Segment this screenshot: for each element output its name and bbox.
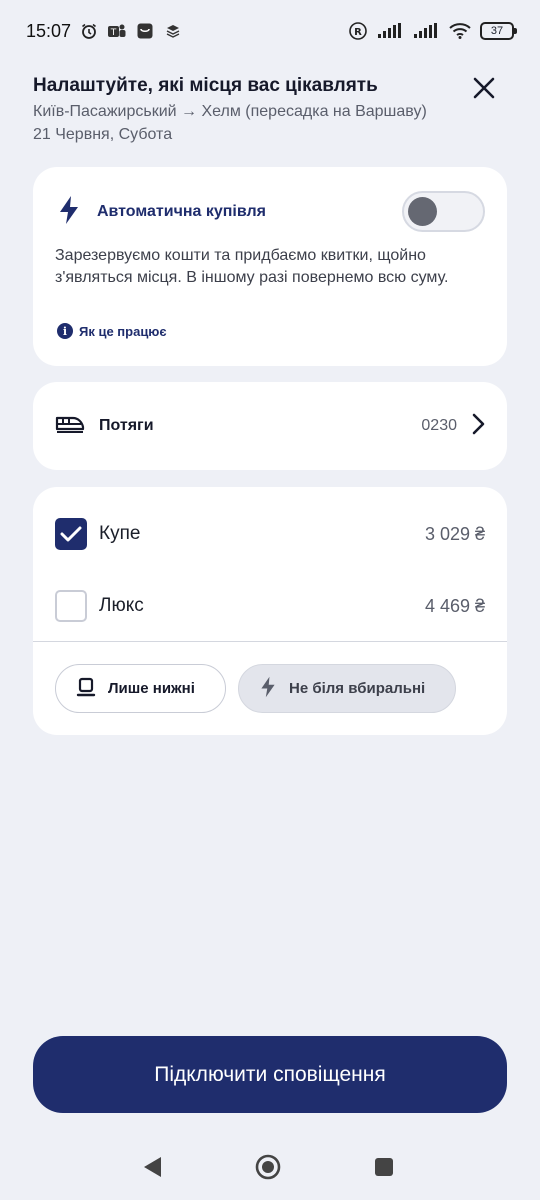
back-button[interactable] [137,1152,167,1182]
checkbox-lux[interactable] [55,590,87,622]
signal-icon [376,21,404,41]
home-circle-icon [255,1154,281,1180]
seat-price: 3 029 ₴ [424,523,485,544]
svg-text:T: T [110,28,117,38]
layers-icon [163,21,183,41]
registered-icon: R [348,21,368,41]
seat-name: Люкс [99,595,144,616]
seat-types-card: Купе 3 029 ₴ Люкс 4 469 ₴ Лише нижні Не … [33,487,507,735]
trains-row[interactable]: Потяги 0230 [55,382,485,470]
close-icon [473,77,495,99]
page-title: Налаштуйте, які місця вас цікавлять [33,75,378,96]
recents-button[interactable] [369,1152,399,1182]
trains-label: Потяги [99,417,154,434]
shop-icon [135,21,155,41]
home-button[interactable] [253,1152,283,1182]
auto-purchase-toggle[interactable] [402,191,485,232]
check-icon [60,526,82,542]
toggle-knob [408,197,437,226]
seat-option-lux[interactable]: Люкс 4 469 ₴ [55,586,485,626]
lightning-icon [57,195,81,229]
date-text: 21 Червня, Субота [33,126,173,143]
auto-purchase-description: Зарезервуємо кошти та придбаємо квитки, … [55,247,449,286]
chevron-right-icon [471,413,485,439]
route-text: Київ-Пасажирський → Хелм (пересадка на В… [33,103,427,120]
how-it-works-link[interactable]: i Як це працює [57,323,167,339]
signal-icon-2 [412,21,440,41]
checkbox-kupe[interactable] [55,518,87,550]
train-icon [55,414,85,438]
seat-price: 4 469 ₴ [424,595,485,616]
auto-purchase-title: Автоматична купівля [97,203,266,220]
how-it-works-label: Як це працює [79,323,167,339]
not-near-wc-filter[interactable]: Не біля вбиральні [238,664,456,713]
teams-icon: T [107,21,127,41]
status-time: 15:07 [26,20,72,41]
alarm-icon [79,21,99,41]
status-bar: 15:07 T R 37 [0,0,540,62]
auto-purchase-header: Автоматична купівля [57,195,266,229]
subscribe-notifications-button[interactable]: Підключити сповіщення [33,1036,507,1113]
wifi-icon [448,21,472,41]
trains-value: 0230 [421,417,457,434]
battery-indicator: 37 [480,22,517,40]
bed-icon [76,677,96,701]
lower-only-label: Лише нижні [108,680,195,697]
seat-name: Купе [99,523,141,544]
back-triangle-icon [144,1157,161,1177]
recents-square-icon [375,1158,393,1176]
divider [33,641,507,642]
lower-only-filter[interactable]: Лише нижні [55,664,226,713]
info-icon: i [57,323,73,339]
close-button[interactable] [468,72,500,104]
system-navigation-bar [0,1140,540,1200]
not-near-wc-label: Не біля вбиральні [289,680,426,697]
header: Налаштуйте, які місця вас цікавлять Київ… [33,72,507,146]
trains-card: Потяги 0230 [33,382,507,470]
lightning-icon [259,676,277,702]
svg-text:R: R [354,27,362,38]
auto-purchase-card: Автоматична купівля Зарезервуємо кошти т… [33,167,507,366]
seat-option-kupe[interactable]: Купе 3 029 ₴ [55,514,485,554]
